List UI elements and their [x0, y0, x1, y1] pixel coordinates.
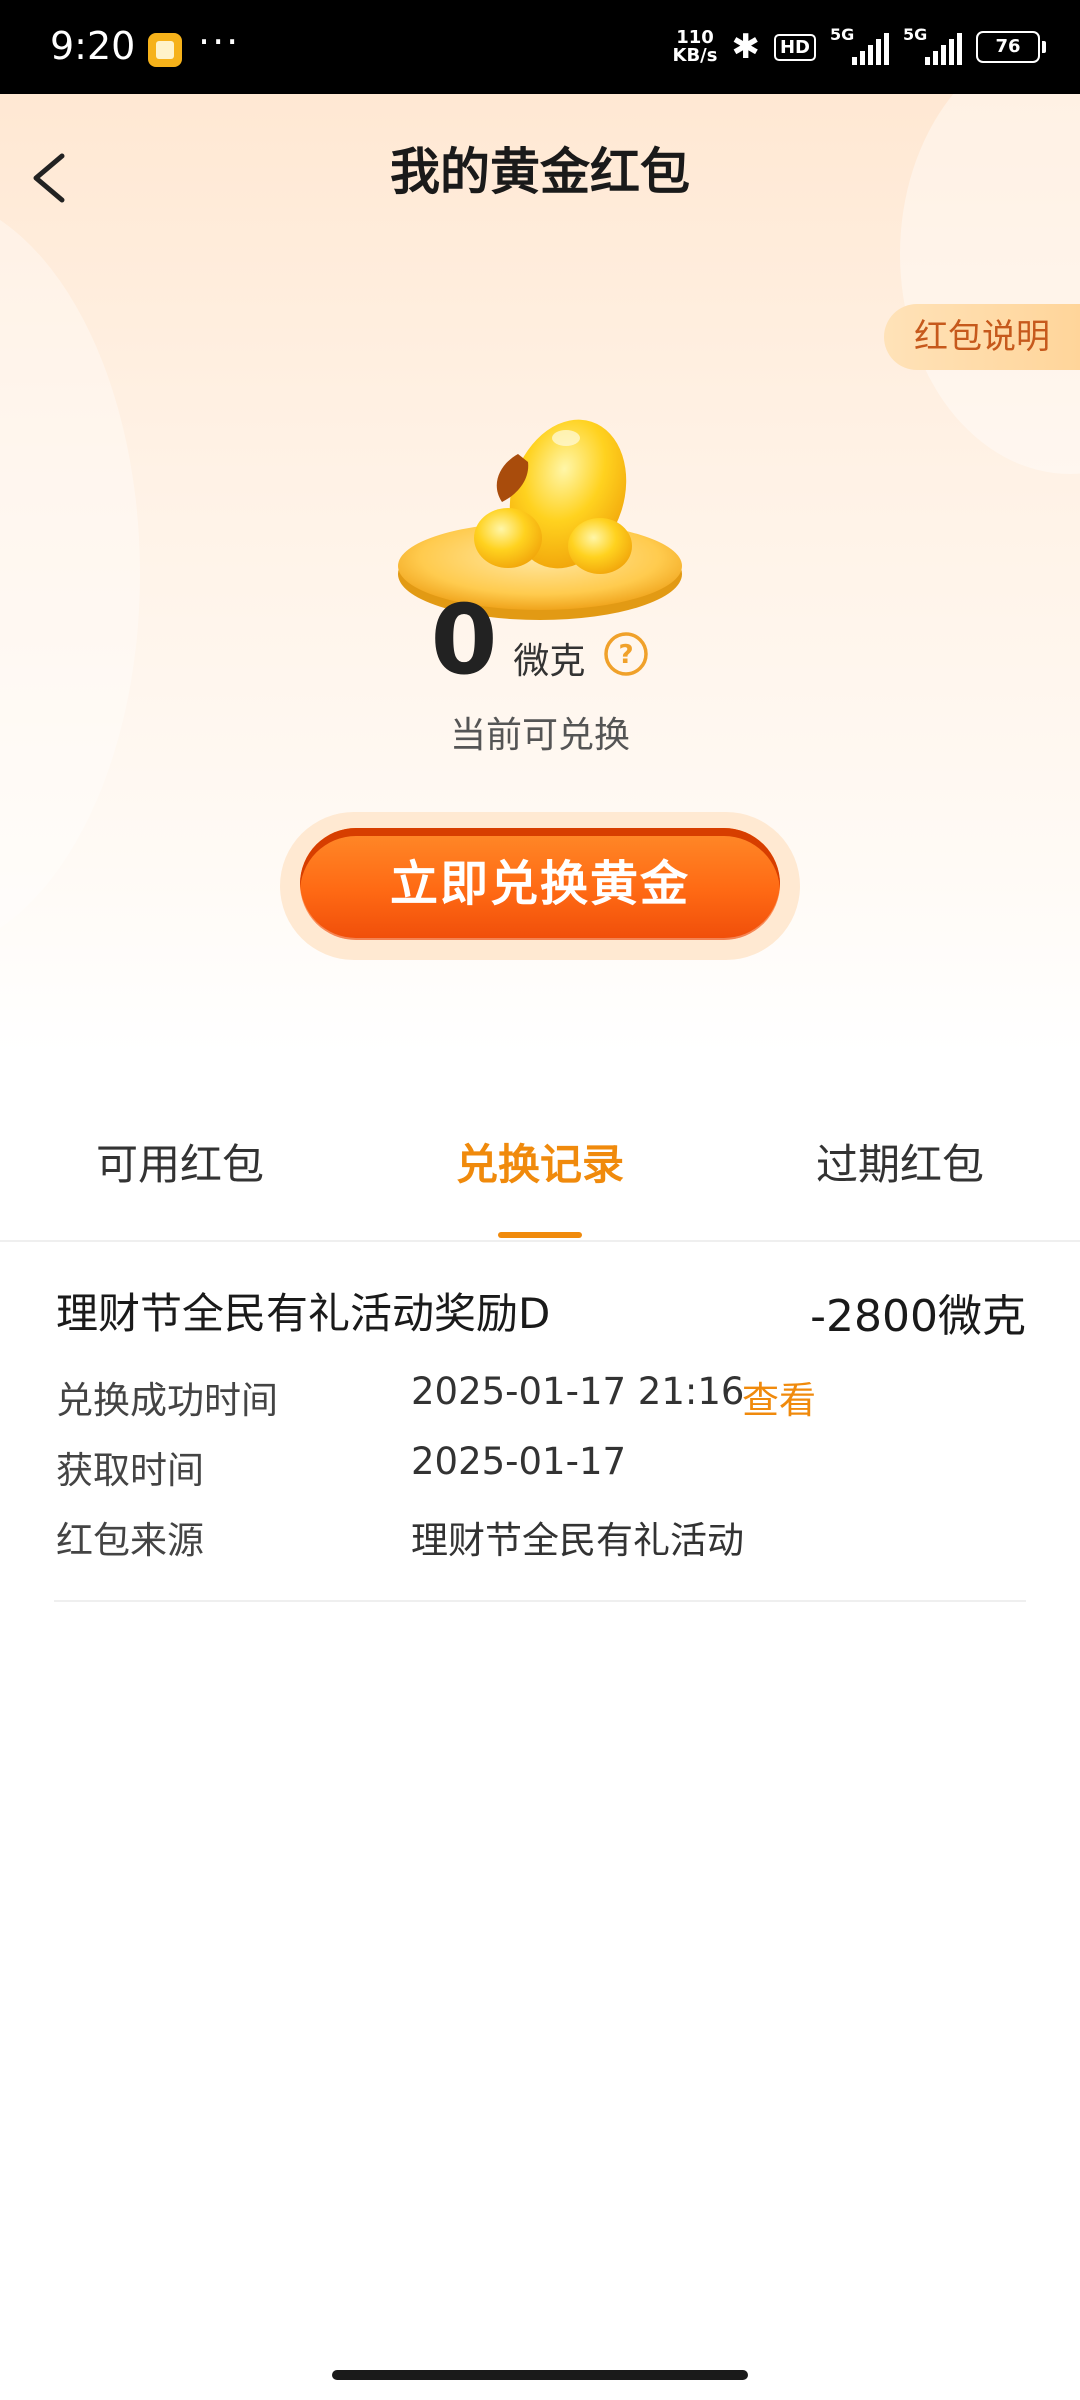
home-indicator[interactable] — [332, 2370, 748, 2380]
balance-unit: 微克 — [513, 641, 586, 682]
redeem-button-halo: 立即兑换黄金 — [280, 812, 800, 960]
balance-caption: 当前可兑换 — [449, 715, 630, 756]
status-time: 9:20 — [50, 24, 136, 68]
record-row-value: 理财节全民有礼活动 — [411, 1519, 744, 1562]
status-icons: 110 KB/s ✱ HD 5G 5G 76 — [673, 25, 1046, 68]
record-row-label: 兑换成功时间 — [56, 1379, 278, 1422]
signal-icon-2: 5G — [903, 25, 962, 65]
notification-app-icon — [148, 33, 182, 67]
help-icon[interactable]: ? — [603, 631, 649, 677]
gold-bean-icon — [398, 419, 682, 620]
tab-bar: 可用红包 兑换记录 过期红包 — [0, 1100, 1080, 1242]
tab-available-red-packets[interactable]: 可用红包 — [0, 1100, 360, 1240]
view-link[interactable]: 查看 — [742, 1370, 816, 1424]
record-row-value: 2025-01-17 21:16 — [411, 1370, 745, 1413]
bg-decoration — [0, 194, 140, 954]
balance-amount: 0 — [430, 584, 498, 696]
list-item: 理财节全民有礼活动奖励D -2800微克 兑换成功时间 2025-01-17 2… — [54, 1270, 1026, 1602]
record-row-label: 获取时间 — [56, 1449, 204, 1492]
balance-row: 0 微克 ? — [0, 584, 1080, 696]
tab-expired-red-packets[interactable]: 过期红包 — [720, 1100, 1080, 1240]
network-speed: 110 KB/s — [673, 29, 718, 65]
status-bar: 9:20 ··· 110 KB/s ✱ HD 5G 5G 76 — [0, 0, 1080, 94]
tab-exchange-records[interactable]: 兑换记录 — [360, 1100, 720, 1240]
record-amount: -2800微克 — [810, 1291, 1026, 1342]
hd-icon: HD — [773, 33, 816, 61]
signal-icon: 5G — [830, 25, 889, 65]
network-type-2: 5G — [903, 25, 928, 44]
red-packet-explain-button[interactable]: 红包说明 — [884, 304, 1080, 370]
redeem-gold-button[interactable]: 立即兑换黄金 — [300, 828, 780, 940]
more-notifications-icon: ··· — [198, 20, 241, 64]
record-row-value: 2025-01-17 — [411, 1440, 627, 1483]
network-speed-unit: KB/s — [672, 45, 718, 66]
hero-section: 我的黄金红包 红包说明 0 微克 ? 当前可兑换 立即兑换黄金 — [0, 94, 1080, 1054]
svg-text:?: ? — [619, 640, 634, 670]
page-title: 我的黄金红包 — [390, 143, 690, 201]
network-type: 5G — [830, 25, 855, 44]
bluetooth-icon: ✱ — [731, 27, 760, 67]
record-row-label: 红包来源 — [56, 1519, 204, 1562]
battery-icon: 76 — [976, 31, 1046, 63]
record-title: 理财节全民有礼活动奖励D — [56, 1289, 551, 1338]
